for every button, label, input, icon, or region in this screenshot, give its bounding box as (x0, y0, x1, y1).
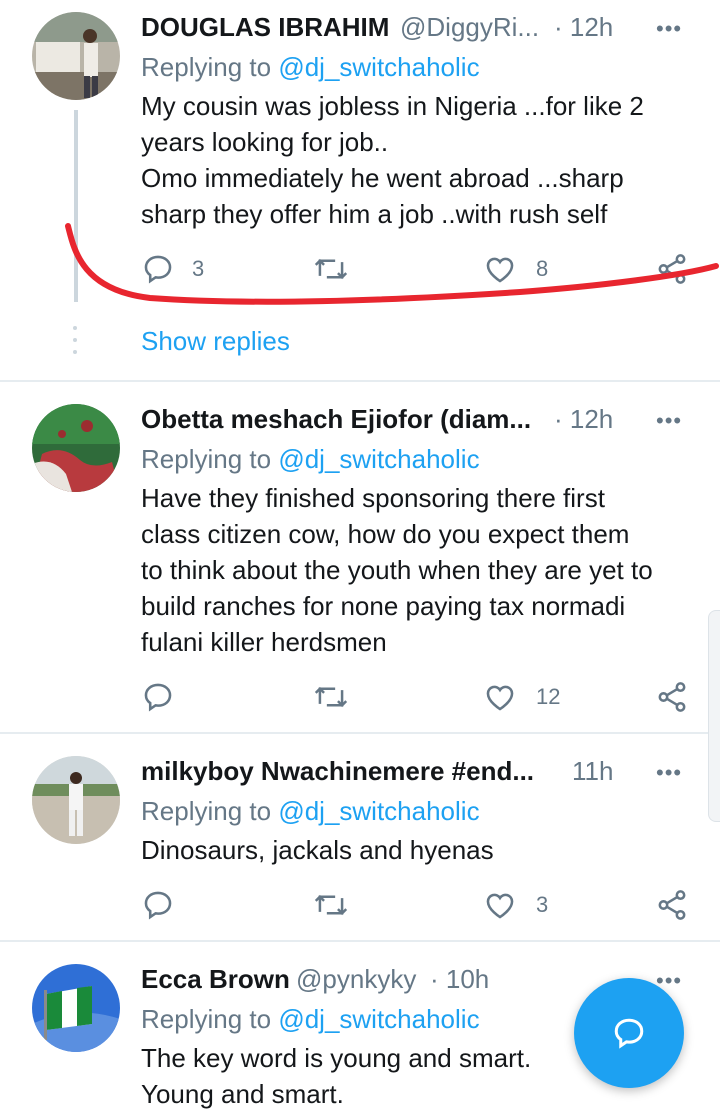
replying-to: Replying to @dj_switchaholic (141, 1004, 480, 1035)
scroll-handle[interactable] (708, 610, 720, 822)
mention-link[interactable]: @dj_switchaholic (278, 444, 479, 474)
more-icon[interactable]: ••• (656, 760, 682, 786)
tweet-time: · 10h (430, 964, 490, 994)
annotation-underline (65, 223, 719, 305)
share-icon[interactable] (654, 680, 690, 714)
tweet-time: · 12h (554, 404, 614, 434)
avatar[interactable] (32, 404, 120, 492)
retweet-icon[interactable] (313, 888, 349, 922)
compose-reply-button[interactable] (574, 978, 684, 1088)
tweet-time: 11h (572, 756, 614, 786)
author-handle[interactable]: @pynkyky (296, 964, 416, 995)
divider (0, 380, 720, 382)
mention-link[interactable]: @dj_switchaholic (278, 796, 479, 826)
replying-prefix: Replying to (141, 444, 279, 474)
share-icon[interactable] (654, 888, 690, 922)
like-count: 3 (536, 892, 549, 917)
tweet-text: Dinosaurs, jackals and hyenas (141, 835, 494, 865)
tweet-text: Have they finished sponsoring there firs… (141, 483, 653, 657)
thread-dots (70, 324, 80, 365)
divider (0, 940, 720, 942)
retweet-icon[interactable] (313, 680, 349, 714)
like-icon[interactable] (483, 680, 517, 714)
compose-reply-icon (611, 1015, 647, 1056)
replying-to: Replying to @dj_switchaholic (141, 796, 480, 827)
author-name[interactable]: Obetta meshach Ejiofor (diam... (141, 404, 531, 435)
show-replies-link[interactable]: Show replies (141, 326, 290, 357)
replying-prefix: Replying to (141, 796, 279, 826)
replying-to: Replying to @dj_switchaholic (141, 444, 480, 475)
author-name[interactable]: milkyboy Nwachinemere #end... (141, 756, 534, 787)
tweet-text: The key word is young and smart. Young a… (141, 1043, 532, 1109)
author-name[interactable]: Ecca Brown (141, 964, 290, 995)
replying-prefix: Replying to (141, 1004, 279, 1034)
divider (0, 732, 720, 734)
avatar[interactable] (32, 964, 120, 1052)
more-icon[interactable]: ••• (656, 408, 682, 434)
like-icon[interactable] (483, 888, 517, 922)
like-count: 12 (536, 684, 561, 709)
mention-link[interactable]: @dj_switchaholic (278, 1004, 479, 1034)
avatar[interactable] (32, 756, 120, 844)
reply-icon[interactable] (141, 888, 175, 922)
reply-icon[interactable] (141, 680, 175, 714)
